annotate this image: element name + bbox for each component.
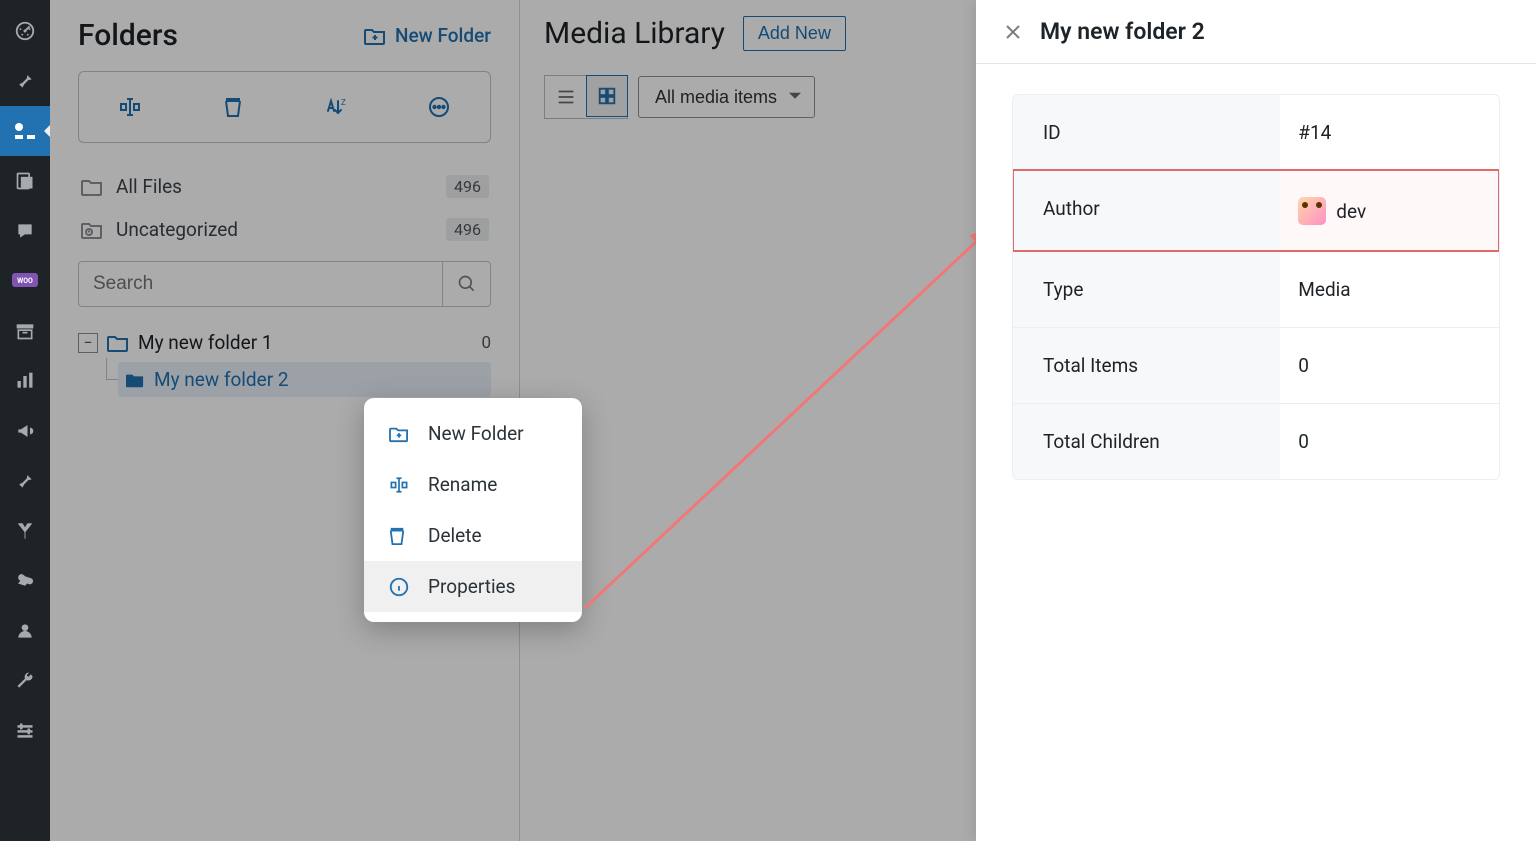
context-menu: New Folder Rename Delete Properties [364, 398, 582, 622]
avatar [1298, 197, 1326, 225]
grid-view-icon[interactable] [586, 75, 628, 117]
wp-admin-sidebar: WOO [0, 0, 50, 841]
comments-icon[interactable] [0, 206, 50, 256]
ctx-rename[interactable]: Rename [364, 459, 582, 510]
prop-row-total-items: Total Items 0 [1013, 327, 1499, 403]
analytics-icon[interactable] [0, 356, 50, 406]
pin-icon[interactable] [0, 56, 50, 106]
media-icon[interactable] [0, 106, 50, 156]
settings-icon[interactable] [0, 706, 50, 756]
new-folder-button[interactable]: New Folder [363, 24, 491, 47]
y-icon[interactable] [0, 506, 50, 556]
tree-row-child-selected[interactable]: My new folder 2 [118, 362, 491, 397]
properties-title: My new folder 2 [1040, 18, 1205, 45]
ctx-properties[interactable]: Properties [364, 561, 582, 612]
prop-row-total-children: Total Children 0 [1013, 403, 1499, 479]
folder-search-input[interactable] [79, 262, 442, 306]
rename-icon [388, 475, 412, 495]
prop-row-author: Author dev [1013, 170, 1499, 251]
prop-row-id: ID #14 [1013, 95, 1499, 170]
tools-icon[interactable] [0, 656, 50, 706]
properties-panel: My new folder 2 ID #14 Author dev Type M… [976, 0, 1536, 841]
view-toggle [544, 75, 628, 119]
properties-table: ID #14 Author dev Type Media Total Items… [1012, 94, 1500, 480]
marketing-icon[interactable] [0, 406, 50, 456]
svg-text:Z: Z [341, 98, 346, 107]
users-icon[interactable] [0, 606, 50, 656]
delete-icon[interactable] [182, 95, 285, 119]
sort-icon[interactable]: Z [285, 96, 388, 118]
folder-plus-icon [388, 425, 412, 443]
close-icon[interactable] [1004, 23, 1022, 41]
folder-solid-icon [124, 371, 146, 389]
folder-alert-icon [80, 220, 104, 240]
dashboard-icon[interactable] [0, 6, 50, 56]
folder-outline-icon [106, 333, 130, 353]
woo-icon[interactable]: WOO [0, 256, 50, 306]
more-icon[interactable] [387, 95, 490, 119]
count-badge: 496 [446, 218, 489, 241]
ctx-new-folder[interactable]: New Folder [364, 408, 582, 459]
folders-title: Folders [78, 18, 178, 53]
plugins-icon[interactable] [0, 556, 50, 606]
folder-icon [80, 177, 104, 197]
add-new-button[interactable]: Add New [743, 16, 846, 51]
folder-plus-icon [363, 26, 387, 46]
count-badge: 496 [446, 175, 489, 198]
pages-icon[interactable] [0, 156, 50, 206]
folders-toolbar: Z [78, 71, 491, 143]
info-icon [388, 576, 412, 598]
media-filter-select[interactable]: All media items [638, 76, 815, 118]
collapse-icon[interactable]: − [78, 333, 98, 353]
media-title: Media Library [544, 16, 725, 51]
svg-text:WOO: WOO [17, 277, 33, 285]
ctx-delete[interactable]: Delete [364, 510, 582, 561]
prop-row-type: Type Media [1013, 251, 1499, 327]
all-files-row[interactable]: All Files 496 [78, 165, 491, 208]
tree-row-parent[interactable]: − My new folder 1 0 [78, 323, 491, 362]
folder-tree: − My new folder 1 0 My new folder 2 [78, 323, 491, 397]
pin2-icon[interactable] [0, 456, 50, 506]
delete-icon [388, 525, 412, 547]
search-row [78, 261, 491, 307]
uncategorized-row[interactable]: Uncategorized 496 [78, 208, 491, 251]
list-view-icon[interactable] [545, 76, 587, 118]
rename-icon[interactable] [79, 96, 182, 118]
archive-icon[interactable] [0, 306, 50, 356]
search-button[interactable] [442, 262, 490, 306]
